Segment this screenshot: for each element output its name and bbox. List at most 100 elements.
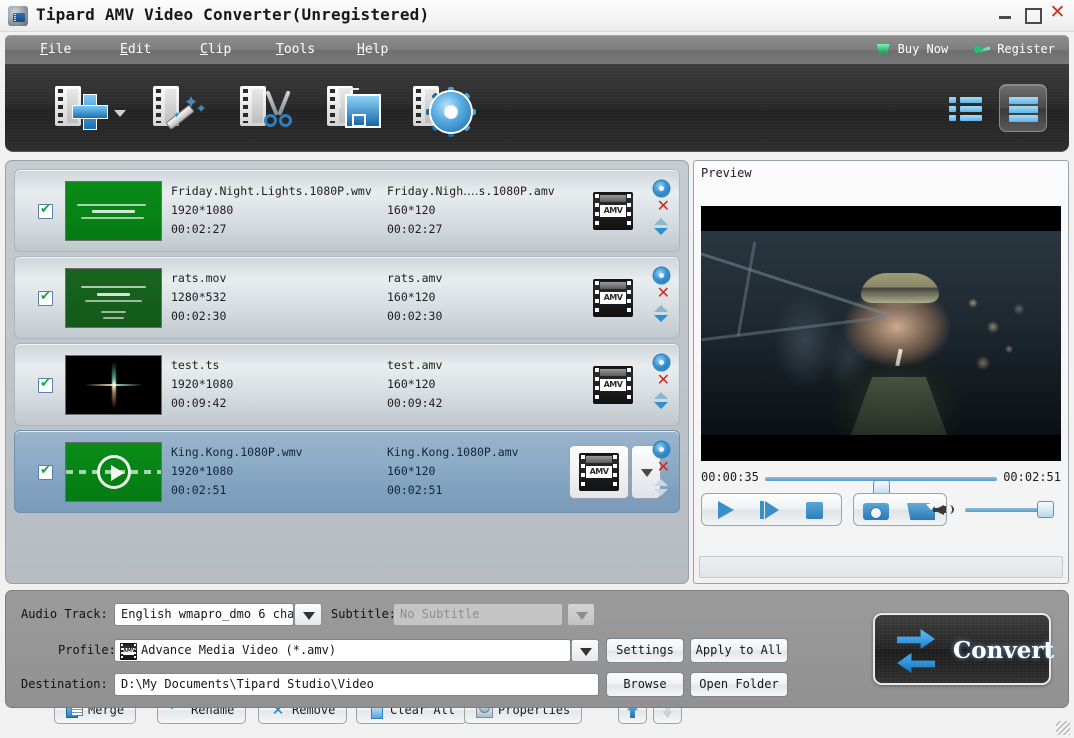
row-move-down-icon[interactable] [654, 402, 668, 409]
output-filename: test.amv [387, 358, 443, 372]
profile-dropdown[interactable] [571, 639, 599, 662]
format-icon: AMV [579, 453, 619, 491]
output-resolution: 160*120 [387, 290, 436, 304]
volume-handle[interactable] [1037, 501, 1054, 518]
cart-icon [875, 43, 891, 55]
output-info: rats.amv 160*120 00:02:30 [387, 269, 577, 326]
source-duration: 00:02:51 [171, 483, 227, 497]
source-info: rats.mov 1280*532 00:02:30 [171, 269, 376, 326]
settings-button[interactable] [413, 80, 476, 137]
list-view-button[interactable] [999, 84, 1047, 132]
title-bar: Tipard AMV Video Converter(Unregistered)… [0, 0, 1074, 32]
row-settings-gear-icon[interactable] [654, 268, 669, 283]
format-icon[interactable]: AMV [593, 366, 633, 404]
source-info: test.ts 1920*1080 00:09:42 [171, 356, 376, 413]
seek-slider[interactable] [765, 477, 997, 497]
table-row[interactable]: Friday.Night.Lights.1080P.wmv 1920*1080 … [14, 169, 680, 252]
minimize-button[interactable] [997, 5, 1014, 22]
clip-button[interactable] [240, 80, 302, 136]
output-info: test.amv 160*120 00:09:42 [387, 356, 577, 413]
resize-grip[interactable] [1056, 721, 1070, 735]
row-remove-icon[interactable]: ✕ [657, 285, 670, 301]
format-selector[interactable]: AMV [569, 445, 629, 499]
row-settings-gear-icon[interactable] [654, 181, 669, 196]
video-thumbnail [65, 181, 162, 241]
crop-button[interactable] [327, 80, 389, 136]
row-move-up-icon[interactable] [654, 218, 668, 225]
video-display[interactable] [701, 206, 1061, 461]
row-move-down-icon[interactable] [654, 228, 668, 235]
play-button[interactable] [702, 494, 747, 525]
subtitle-label: Subtitle: [331, 607, 397, 621]
menu-clip[interactable]: Clip [200, 42, 231, 57]
play-overlay-icon [96, 455, 131, 489]
row-move-down-icon[interactable] [654, 489, 668, 496]
register-button[interactable]: Register [974, 42, 1055, 56]
format-icon[interactable]: AMV [593, 192, 633, 230]
source-info: King.Kong.1080P.wmv 1920*1080 00:02:51 [171, 443, 376, 500]
edit-button[interactable]: ✦ ✦ ✦ [153, 80, 215, 136]
buy-now-button[interactable]: Buy Now [875, 42, 948, 56]
close-icon[interactable]: ✕ [1049, 3, 1066, 22]
output-info: King.Kong.1080P.amv 160*120 00:02:51 [387, 443, 577, 500]
row-remove-icon[interactable]: ✕ [657, 372, 670, 388]
output-filename: Friday.Nigh‥‥s.1080P.amv [387, 184, 555, 198]
source-duration: 00:02:27 [171, 222, 227, 236]
menu-edit[interactable]: Edit [120, 42, 151, 57]
row-move-up-icon[interactable] [654, 392, 668, 399]
source-filename: King.Kong.1080P.wmv [171, 445, 303, 459]
row-checkbox[interactable] [38, 463, 53, 480]
profile-field[interactable]: Advance Media Video (*.amv) [114, 639, 571, 662]
volume-icon[interactable] [933, 501, 954, 519]
table-row[interactable]: King.Kong.1080P.wmv 1920*1080 00:02:51 K… [14, 430, 680, 513]
row-remove-icon[interactable]: ✕ [657, 459, 670, 475]
row-move-up-icon[interactable] [654, 479, 668, 486]
output-filename: rats.amv [387, 271, 443, 285]
profile-format-icon [120, 643, 137, 660]
maximize-button[interactable] [1023, 5, 1042, 24]
thumbnail-view-button[interactable] [941, 84, 989, 132]
scissors-icon [260, 90, 296, 130]
convert-button[interactable]: Convert [873, 613, 1054, 685]
row-checkbox[interactable] [38, 202, 53, 219]
add-file-button[interactable] [55, 80, 131, 136]
profile-value: Advance Media Video (*.amv) [141, 643, 337, 657]
profile-label: Profile: [58, 643, 116, 657]
convert-arrows-icon [891, 627, 943, 675]
row-move-down-icon[interactable] [654, 315, 668, 322]
output-duration: 00:09:42 [387, 396, 443, 410]
apply-to-all-button[interactable]: Apply to All [690, 638, 788, 663]
total-time: 00:02:51 [1003, 470, 1061, 484]
table-row[interactable]: rats.mov 1280*532 00:02:30 rats.amv 160*… [14, 256, 680, 339]
menu-file[interactable]: File [40, 42, 71, 57]
snapshot-button[interactable] [854, 494, 899, 525]
browse-button[interactable]: Browse [606, 672, 684, 697]
row-settings-gear-icon[interactable] [654, 355, 669, 370]
menu-help[interactable]: Help [357, 42, 388, 57]
video-thumbnail [65, 268, 162, 328]
format-icon[interactable]: AMV [593, 279, 633, 317]
preview-panel: Preview 00:00:35 00:02:51 [693, 160, 1069, 584]
table-row[interactable]: test.ts 1920*1080 00:09:42 test.amv 160*… [14, 343, 680, 426]
chevron-down-icon[interactable] [114, 110, 126, 117]
row-checkbox[interactable] [38, 289, 53, 306]
step-forward-button[interactable] [747, 494, 792, 525]
audio-track-field[interactable]: English wmapro_dmo 6 chan [114, 603, 294, 626]
row-move-up-icon[interactable] [654, 305, 668, 312]
key-icon [974, 43, 990, 55]
open-folder-button[interactable]: Open Folder [690, 672, 788, 697]
menu-tools[interactable]: Tools [276, 42, 315, 57]
profile-settings-button[interactable]: Settings [606, 638, 684, 663]
audio-track-dropdown[interactable] [294, 603, 322, 626]
subtitle-dropdown [567, 603, 595, 626]
timeline: 00:00:35 00:02:51 [701, 467, 1061, 497]
destination-field[interactable]: D:\My Documents\Tipard Studio\Video [114, 673, 599, 696]
window-controls: ✕ [997, 3, 1066, 24]
row-settings-gear-icon[interactable] [654, 442, 669, 457]
file-list-panel: Friday.Night.Lights.1080P.wmv 1920*1080 … [5, 160, 689, 724]
stop-button[interactable] [792, 494, 837, 525]
format-label: AMV [600, 205, 626, 217]
row-checkbox[interactable] [38, 376, 53, 393]
magic-wand-icon: ✦ ✦ ✦ [165, 90, 209, 132]
row-remove-icon[interactable]: ✕ [657, 198, 670, 214]
